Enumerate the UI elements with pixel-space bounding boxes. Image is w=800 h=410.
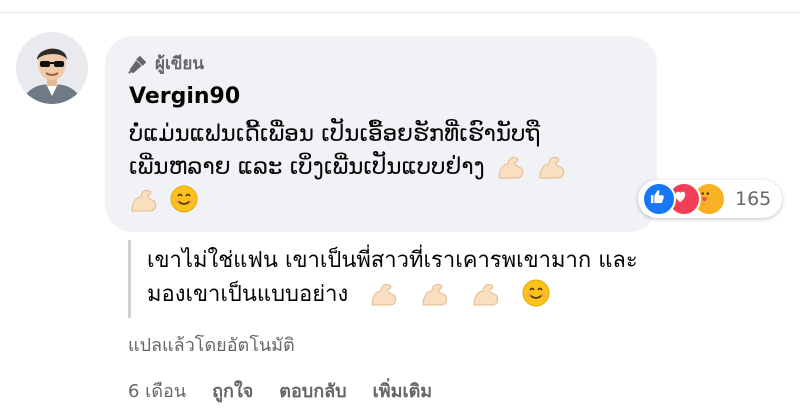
translation-text: เขาไม่ใช่แฟน เขาเป็นพี่สาวที่เราเคารพเขา… [147,240,728,312]
top-divider [0,12,800,13]
more-button[interactable]: เพิ่มเติม [373,376,433,405]
flexed-biceps-emoji [131,189,157,212]
like-button[interactable]: ถูกใจ [212,376,253,405]
flexed-biceps-emoji [422,283,448,306]
author-badge: ผู้เขียน [127,50,204,77]
auto-translated-note[interactable]: แปลแล้วโดยอัตโนมัติ [128,330,295,359]
smiling-face-emoji [522,279,550,307]
flexed-biceps-emoji [473,283,499,306]
like-icon [642,182,676,216]
comment-text-line-2-wrap: ເພີ່ນຫລາຍ ແລະ ເບິ່ງເພີ່ນເປັນແບບຢ່າງ [129,151,649,184]
flexed-biceps-emoji [371,283,397,306]
avatar-portrait [16,32,88,104]
commenter-name[interactable]: Vergin90 [129,84,240,109]
avatar[interactable] [16,32,88,104]
translation-block: เขาไม่ใช่แฟน เขาเป็นพี่สาวที่เราเคารพเขา… [128,240,728,318]
reply-button[interactable]: ตอบกลับ [279,376,346,405]
flexed-biceps-emoji [539,156,565,179]
comment-text-line-1: ບໍ່ແມ່ນແຟນເດີ້ເພື່ອນ ເປັນເອື້ອຍຮັກທີ່ເຮົ… [129,121,541,147]
like-icon-glyph [650,190,664,204]
comment-actions: 6 เดือน ถูกใจ ตอบกลับ เพิ่มเติม [128,376,432,405]
comment-text-line-2: ເພີ່ນຫລາຍ ແລະ ເບິ່ງເພີ່ນເປັນແບບຢ່າງ [129,154,485,180]
microphone-icon [128,55,147,74]
comment-emoji-line [129,184,649,217]
translation-line-2: มองเขาเป็นแบบอย่าง [147,282,349,307]
author-badge-label: ผู้เขียน [155,54,204,74]
flexed-biceps-emoji [498,156,524,179]
translation-line-2-wrap: มองเขาเป็นแบบอย่าง [147,278,728,312]
smiling-face-emoji [170,185,198,213]
translation-line-1: เขาไม่ใช่แฟน เขาเป็นพี่สาวที่เราเคารพเขา… [147,248,638,273]
comment-bubble: ผู้เขียน Vergin90 ບໍ່ແມ່ນແຟນເດີ້ເພື່ອນ ເ… [105,36,657,232]
reactions-summary[interactable]: 165 [638,180,782,218]
comment-text: ບໍ່ແມ່ນແຟນເດີ້ເພື່ອນ ເປັນເອື້ອຍຮັກທີ່ເຮົ… [129,118,649,217]
reaction-count: 165 [735,188,772,210]
comment-timestamp[interactable]: 6 เดือน [128,376,186,405]
